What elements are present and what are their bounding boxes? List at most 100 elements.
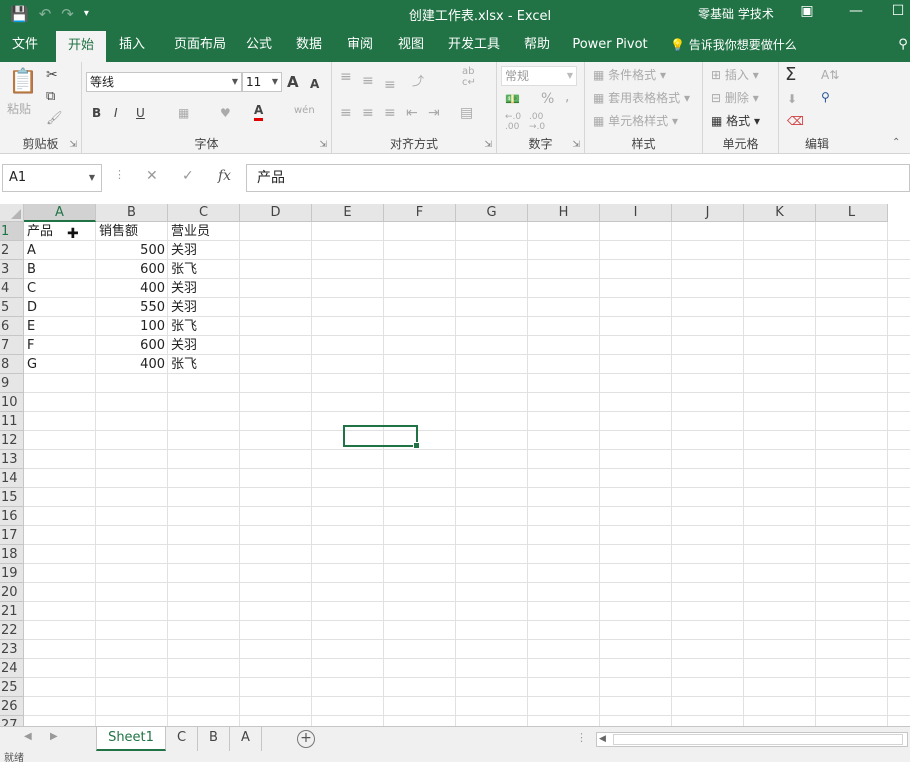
collapse-ribbon-icon[interactable]: ⌃ bbox=[892, 134, 900, 152]
row-header[interactable]: 6 bbox=[0, 317, 24, 336]
row-header[interactable]: 3 bbox=[0, 260, 24, 279]
cell-C6[interactable]: 张飞 bbox=[168, 317, 240, 336]
tab-developer[interactable]: 开发工具 bbox=[442, 28, 506, 62]
cell-C8[interactable]: 张飞 bbox=[168, 355, 240, 374]
cell-A7[interactable]: F bbox=[24, 336, 96, 355]
row-header[interactable]: 18 bbox=[0, 545, 24, 564]
sheet-tab-sheet1[interactable]: Sheet1 bbox=[96, 727, 166, 751]
decrease-decimal-icon[interactable]: .00 →.0 bbox=[529, 112, 545, 132]
cell-area[interactable]: 产品 销售额 营业员 A 500 关羽 B 600 张飞 C 400 关羽 D … bbox=[24, 222, 910, 726]
increase-decimal-icon[interactable]: ←.0.00 bbox=[505, 112, 521, 132]
wrap-text-icon[interactable]: ab c↵ bbox=[462, 66, 476, 88]
cell-A2[interactable]: A bbox=[24, 241, 96, 260]
save-icon[interactable]: 💾 bbox=[10, 4, 29, 24]
row-header[interactable]: 19 bbox=[0, 564, 24, 583]
cell-B6[interactable]: 100 bbox=[96, 317, 168, 336]
dialog-launcher-icon[interactable]: ⇲ bbox=[484, 140, 492, 150]
align-middle-icon[interactable]: ≡ bbox=[362, 72, 374, 90]
column-header[interactable]: D bbox=[240, 204, 312, 222]
customize-qat-icon[interactable]: ▾ bbox=[84, 4, 89, 24]
cell-C4[interactable]: 关羽 bbox=[168, 279, 240, 298]
row-header[interactable]: 26 bbox=[0, 697, 24, 716]
cell-C2[interactable]: 关羽 bbox=[168, 241, 240, 260]
row-header[interactable]: 25 bbox=[0, 678, 24, 697]
column-header[interactable]: B bbox=[96, 204, 168, 222]
row-header[interactable]: 13 bbox=[0, 450, 24, 469]
user-name[interactable]: 零基础 学技术 bbox=[698, 5, 774, 22]
align-center-icon[interactable]: ≡ bbox=[362, 104, 374, 122]
cell-C3[interactable]: 张飞 bbox=[168, 260, 240, 279]
copy-icon[interactable]: ⧉ bbox=[46, 88, 55, 106]
row-header[interactable]: 2 bbox=[0, 241, 24, 260]
sheet-tab-a[interactable]: A bbox=[230, 727, 262, 751]
row-header[interactable]: 14 bbox=[0, 469, 24, 488]
comma-icon[interactable]: , bbox=[565, 88, 569, 106]
formula-input[interactable]: 产品 bbox=[246, 164, 910, 192]
row-header[interactable]: 5 bbox=[0, 298, 24, 317]
format-painter-icon[interactable]: 🖌 bbox=[46, 110, 63, 128]
font-color-icon[interactable]: A bbox=[254, 102, 264, 121]
merge-center-icon[interactable]: ▤ bbox=[460, 104, 473, 122]
cell-A8[interactable]: G bbox=[24, 355, 96, 374]
cut-icon[interactable]: ✂ bbox=[46, 66, 58, 84]
search-icon[interactable]: ⚲ bbox=[896, 28, 910, 62]
tab-insert[interactable]: 插入 bbox=[112, 28, 152, 62]
cell-B4[interactable]: 400 bbox=[96, 279, 168, 298]
decrease-indent-icon[interactable]: ⇤ bbox=[406, 104, 418, 122]
cancel-icon[interactable]: ✕ bbox=[146, 168, 158, 184]
column-header[interactable]: J bbox=[672, 204, 744, 222]
horizontal-scrollbar[interactable]: ◀ bbox=[596, 732, 908, 747]
row-header[interactable]: 10 bbox=[0, 393, 24, 412]
clear-icon[interactable]: ⌫ bbox=[787, 112, 804, 130]
font-name-box[interactable]: 等线 ▼ bbox=[86, 72, 242, 92]
tab-page-layout[interactable]: 页面布局 bbox=[164, 28, 236, 62]
row-header[interactable]: 23 bbox=[0, 640, 24, 659]
cell-styles-button[interactable]: ▦ 单元格样式 ▾ bbox=[593, 112, 678, 130]
cell-C1[interactable]: 营业员 bbox=[168, 222, 240, 241]
prev-sheet-icon[interactable]: ◀ bbox=[24, 731, 32, 742]
enter-icon[interactable]: ✓ bbox=[182, 168, 194, 184]
currency-icon[interactable]: 💵 bbox=[505, 90, 520, 108]
align-top-icon[interactable]: ≡ bbox=[340, 68, 352, 86]
percent-icon[interactable]: % bbox=[541, 90, 554, 108]
row-header[interactable]: 20 bbox=[0, 583, 24, 602]
column-header[interactable]: H bbox=[528, 204, 600, 222]
tab-data[interactable]: 数据 bbox=[290, 28, 328, 62]
ribbon-display-icon[interactable]: ▣ bbox=[797, 3, 817, 19]
fill-icon[interactable]: ⬇ bbox=[787, 90, 797, 108]
cell-C7[interactable]: 关羽 bbox=[168, 336, 240, 355]
delete-cells-button[interactable]: ⊟ 删除 ▾ bbox=[711, 89, 759, 107]
maximize-icon[interactable]: ☐ bbox=[888, 3, 908, 19]
tab-review[interactable]: 审阅 bbox=[341, 28, 379, 62]
paste-label[interactable]: 粘贴 bbox=[7, 100, 31, 118]
cell-A5[interactable]: D bbox=[24, 298, 96, 317]
bold-button[interactable]: B bbox=[92, 104, 101, 122]
align-left-icon[interactable]: ≡ bbox=[340, 104, 352, 122]
cell-B3[interactable]: 600 bbox=[96, 260, 168, 279]
cell-B2[interactable]: 500 bbox=[96, 241, 168, 260]
tab-home[interactable]: 开始 bbox=[56, 31, 106, 62]
orientation-icon[interactable]: ⤴ bbox=[412, 72, 424, 90]
column-header[interactable]: C bbox=[168, 204, 240, 222]
paste-icon[interactable]: 📋 bbox=[8, 68, 38, 94]
sheet-tab-c[interactable]: C bbox=[166, 727, 198, 751]
format-as-table-button[interactable]: ▦ 套用表格格式 ▾ bbox=[593, 89, 690, 107]
tab-split-handle-icon[interactable]: ⋮ bbox=[576, 731, 587, 744]
row-header[interactable]: 17 bbox=[0, 526, 24, 545]
row-header[interactable]: 15 bbox=[0, 488, 24, 507]
row-header[interactable]: 22 bbox=[0, 621, 24, 640]
font-shrink-icon[interactable]: A bbox=[310, 75, 319, 93]
underline-button[interactable]: U bbox=[136, 104, 145, 122]
conditional-formatting-button[interactable]: ▦ 条件格式 ▾ bbox=[593, 66, 666, 84]
align-bottom-icon[interactable]: ≡ bbox=[384, 76, 396, 94]
column-header[interactable]: E bbox=[312, 204, 384, 222]
sheet-tab-b[interactable]: B bbox=[198, 727, 230, 751]
row-header[interactable]: 4 bbox=[0, 279, 24, 298]
row-header[interactable]: 11 bbox=[0, 412, 24, 431]
column-header[interactable]: I bbox=[600, 204, 672, 222]
phonetic-icon[interactable]: wén bbox=[294, 102, 315, 120]
row-header[interactable]: 16 bbox=[0, 507, 24, 526]
row-header[interactable]: 12 bbox=[0, 431, 24, 450]
row-header[interactable]: 21 bbox=[0, 602, 24, 621]
cell-B1[interactable]: 销售额 bbox=[96, 222, 168, 241]
